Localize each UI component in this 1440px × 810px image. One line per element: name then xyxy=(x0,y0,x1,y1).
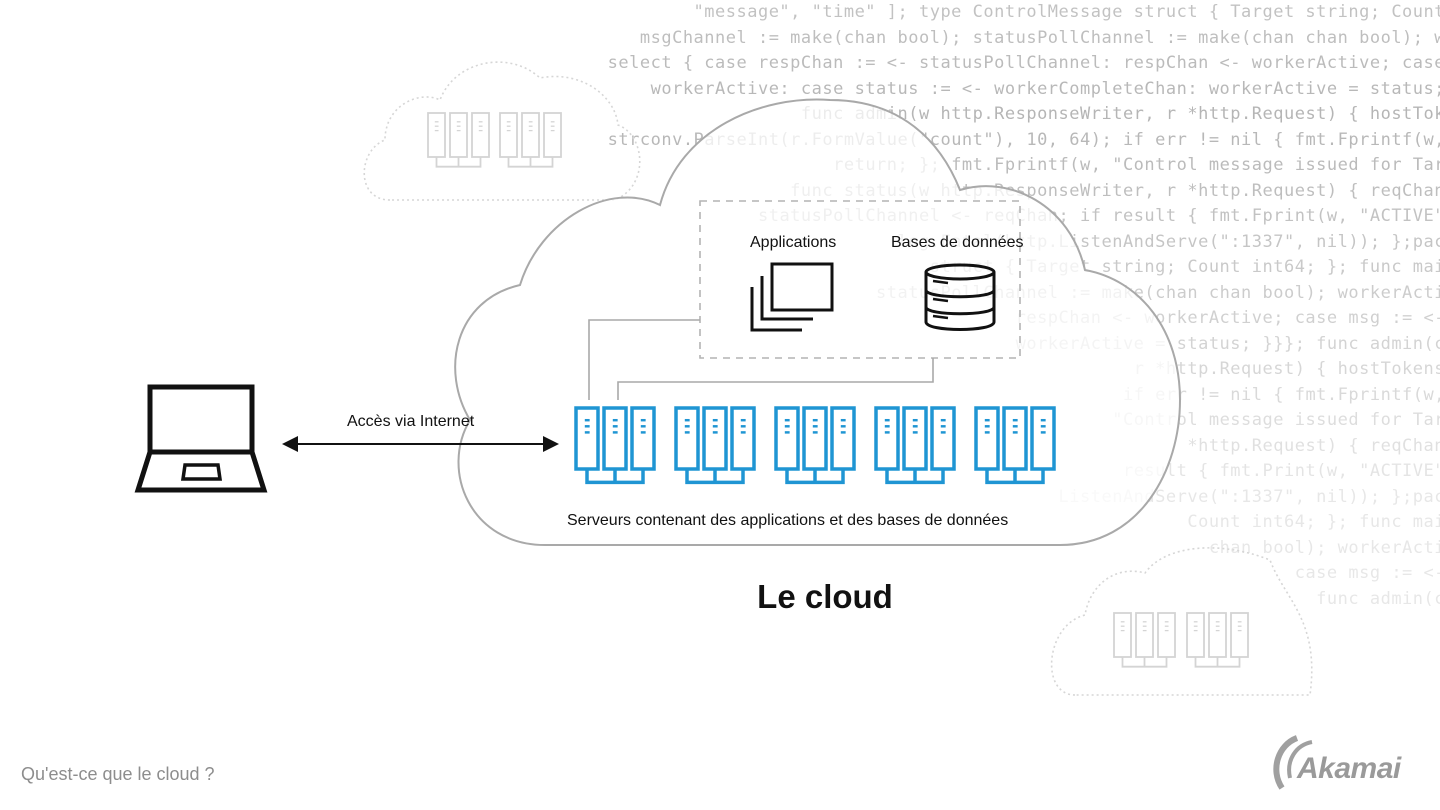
server-icon xyxy=(1113,612,1132,658)
server-icon xyxy=(427,112,446,158)
cloud-diagram xyxy=(134,61,1313,790)
server-icon xyxy=(449,112,468,158)
servers-caption: Serveurs contenant des applications et d… xyxy=(567,512,1009,529)
rack-connector xyxy=(435,157,482,168)
laptop-icon xyxy=(134,384,268,493)
brand-name: Akamai xyxy=(1297,752,1401,785)
background-server-racks xyxy=(1113,612,1249,668)
server-icon xyxy=(543,112,562,158)
background-cloud-top-left xyxy=(363,61,641,201)
server-icon xyxy=(1135,612,1154,658)
diagram-title: Le cloud xyxy=(757,578,893,615)
background-server-racks xyxy=(427,112,562,168)
rack-connector xyxy=(507,157,554,168)
server-icon xyxy=(1230,612,1249,658)
server-icon xyxy=(471,112,490,158)
main-cloud-outline xyxy=(454,98,1182,546)
footer-caption: Qu'est-ce que le cloud ? xyxy=(21,764,215,784)
server-icon xyxy=(499,112,518,158)
server-icon xyxy=(1186,612,1205,658)
server-icon xyxy=(1208,612,1227,658)
rack-connector xyxy=(1194,657,1241,668)
databases-label: Bases de données xyxy=(891,234,1024,251)
server-icon xyxy=(521,112,540,158)
rack-connector xyxy=(1121,657,1168,668)
server-icon xyxy=(1157,612,1176,658)
applications-label: Applications xyxy=(750,234,837,251)
connection-label: Accès via Internet xyxy=(347,413,475,430)
background-cloud-bottom-right xyxy=(1050,547,1313,696)
